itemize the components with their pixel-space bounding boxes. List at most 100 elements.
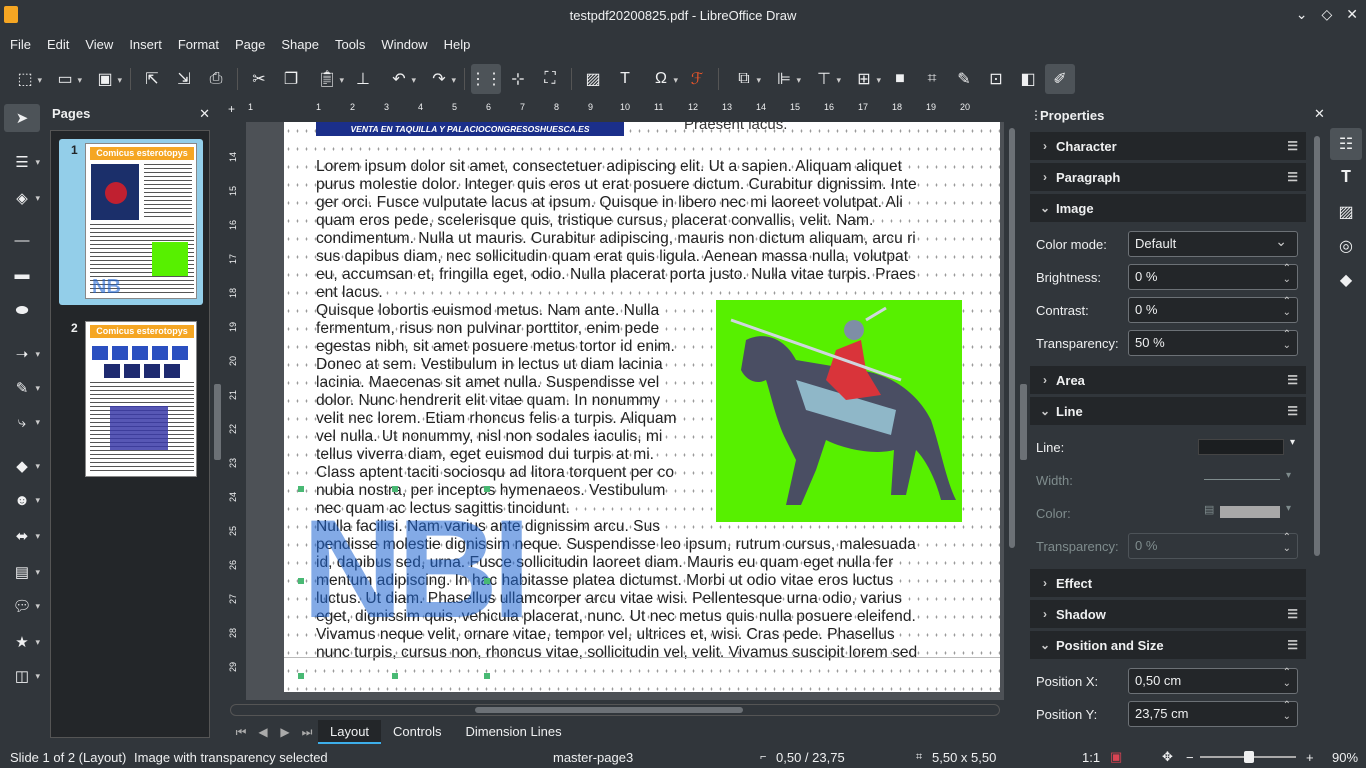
scrollbar-thumb[interactable] (475, 707, 743, 713)
connector-icon[interactable]: ⤷ (4, 408, 40, 436)
section-line[interactable]: ⌄ Line ☰ (1030, 397, 1306, 425)
nbi-logo[interactable]: NBI (302, 499, 531, 639)
print-icon[interactable]: ⎙ (201, 64, 231, 94)
selection-handle[interactable] (298, 486, 304, 492)
menu-window[interactable]: Window (373, 37, 435, 52)
image-icon[interactable]: ▨ (578, 64, 608, 94)
textbox-icon[interactable]: T (610, 64, 640, 94)
close-icon[interactable]: ✕ (1346, 6, 1358, 23)
selection-handle[interactable] (392, 486, 398, 492)
close-icon[interactable]: ✕ (199, 106, 210, 122)
new-icon[interactable]: ⬚ (6, 64, 44, 94)
extrusion-icon[interactable]: ◧ (1013, 64, 1043, 94)
scale-status[interactable]: 1:1 (1082, 750, 1100, 765)
align-icon[interactable]: ⊫ (765, 64, 803, 94)
line-style-select[interactable] (1198, 439, 1284, 455)
fill-color-icon[interactable]: ◈ (4, 184, 40, 212)
selection-handle[interactable] (484, 578, 490, 584)
menu-format[interactable]: Format (170, 37, 227, 52)
page-thumbnail-2[interactable]: 2 Comicus esterotopys (59, 317, 203, 483)
draw-functions-icon[interactable]: ✐ (1045, 64, 1075, 94)
next-tab-icon[interactable]: ▶ (274, 725, 296, 739)
menu-view[interactable]: View (77, 37, 121, 52)
zoom-slider-knob[interactable] (1244, 751, 1254, 763)
minimize-icon[interactable]: ⌄ (1296, 6, 1308, 23)
properties-tab-icon[interactable]: ☷ (1330, 128, 1362, 160)
3d-objects-icon[interactable]: ◫ (4, 662, 40, 690)
ruler-origin-icon[interactable]: + (228, 102, 235, 116)
ellipse-icon[interactable]: ⬬ (4, 296, 40, 324)
pages-panel-splitter[interactable] (214, 384, 221, 460)
copy-icon[interactable]: ❐ (276, 64, 306, 94)
ticket-banner[interactable]: VENTA EN TAQUILLA Y PALACIOCONGRESOSHUES… (316, 122, 624, 136)
chevron-down-icon[interactable]: ▾ (1290, 437, 1295, 448)
menu-file[interactable]: File (2, 37, 39, 52)
export-pdf-icon[interactable]: ⇲ (169, 64, 199, 94)
rectangle-icon[interactable]: ▬ (4, 260, 40, 288)
menu-icon[interactable]: ☰ (1287, 607, 1298, 621)
position-y-field[interactable]: 23,75 cm (1128, 700, 1298, 727)
zoom-page-icon[interactable]: ⛶ (535, 64, 565, 94)
redo-icon[interactable]: ↷ (420, 64, 458, 94)
symbol-shapes-icon[interactable]: ☻ (4, 486, 40, 514)
gallery-tab-icon[interactable]: ▨ (1330, 196, 1362, 228)
export-icon[interactable]: ⇱ (137, 64, 167, 94)
menu-icon[interactable]: ☰ (1287, 404, 1298, 418)
selection-handle[interactable] (298, 673, 304, 679)
menu-icon[interactable]: ☰ (1287, 638, 1298, 652)
menu-icon[interactable]: ☰ (1287, 139, 1298, 153)
line-icon[interactable]: — (4, 226, 40, 254)
menu-tools[interactable]: Tools (327, 37, 373, 52)
line-color-icon[interactable]: ☰ (4, 148, 40, 176)
line-color-swatch[interactable] (1220, 506, 1280, 518)
cut-icon[interactable]: ✂ (244, 64, 274, 94)
page-thumbnail-1[interactable]: 1 Comicus esterotopys NB (59, 139, 203, 305)
save-icon[interactable]: ▣ (86, 64, 124, 94)
pages-list[interactable]: 1 Comicus esterotopys NB 2 Comicus ester… (50, 130, 210, 738)
helplines-icon[interactable]: ⊹ (503, 64, 533, 94)
tab-controls[interactable]: Controls (381, 720, 453, 744)
transparency-field[interactable]: 50 % (1128, 329, 1298, 356)
brightness-field[interactable]: 0 % (1128, 263, 1298, 290)
section-position-size[interactable]: ⌄ Position and Size ☰ (1030, 631, 1306, 659)
menu-help[interactable]: Help (436, 37, 479, 52)
horizontal-scrollbar[interactable] (230, 704, 1000, 716)
contrast-field[interactable]: 0 % (1128, 296, 1298, 323)
horizontal-ruler[interactable]: 1 1 2 3 4 5 6 7 8 9 10 11 12 13 14 15 16… (244, 100, 1000, 118)
zoom-in-icon[interactable]: + (1306, 750, 1314, 765)
scrollbar-thumb[interactable] (1314, 136, 1320, 556)
menu-page[interactable]: Page (227, 37, 273, 52)
block-arrows-icon[interactable]: ⬌ (4, 522, 40, 550)
first-tab-icon[interactable]: ⏮ (230, 725, 252, 740)
vertical-ruler[interactable]: 14 15 16 17 18 19 20 21 22 23 24 25 26 2… (226, 122, 244, 698)
selection-handle[interactable] (484, 673, 490, 679)
stars-icon[interactable]: ★ (4, 628, 40, 656)
section-effect[interactable]: › Effect (1030, 569, 1306, 597)
points-icon[interactable]: ⊡ (981, 64, 1011, 94)
shadow-icon[interactable]: ■ (885, 64, 915, 94)
flowchart-icon[interactable]: ▤ (4, 558, 40, 586)
navigator-tab-icon[interactable]: ◎ (1330, 230, 1362, 262)
section-paragraph[interactable]: › Paragraph ☰ (1030, 163, 1306, 191)
close-icon[interactable]: ✕ (1314, 106, 1325, 122)
undo-icon[interactable]: ↶ (380, 64, 418, 94)
basic-shapes-icon[interactable]: ◆ (4, 452, 40, 480)
menu-icon[interactable]: ☰ (1287, 170, 1298, 184)
line-width-select[interactable] (1204, 479, 1280, 480)
fontwork-icon[interactable]: ℱ (682, 64, 712, 94)
transformations-icon[interactable]: ⧉ (725, 64, 763, 94)
master-page-status[interactable]: master-page3 (553, 750, 633, 765)
section-character[interactable]: › Character ☰ (1030, 132, 1306, 160)
filter-icon[interactable]: ✎ (949, 64, 979, 94)
prev-tab-icon[interactable]: ◀ (252, 725, 274, 739)
paste-icon[interactable]: 📋︎ (308, 64, 346, 94)
menu-shape[interactable]: Shape (273, 37, 327, 52)
callouts-icon[interactable]: 💬︎ (4, 592, 40, 620)
special-character-icon[interactable]: Ω (642, 64, 680, 94)
color-mode-select[interactable]: Default (1128, 229, 1298, 257)
properties-scrollbar[interactable] (1312, 132, 1322, 740)
knight-image[interactable] (716, 300, 962, 522)
scrollbar-thumb[interactable] (1009, 128, 1015, 548)
zoom-out-icon[interactable]: − (1186, 750, 1194, 765)
shapes-tab-icon[interactable]: ◆ (1330, 264, 1362, 296)
